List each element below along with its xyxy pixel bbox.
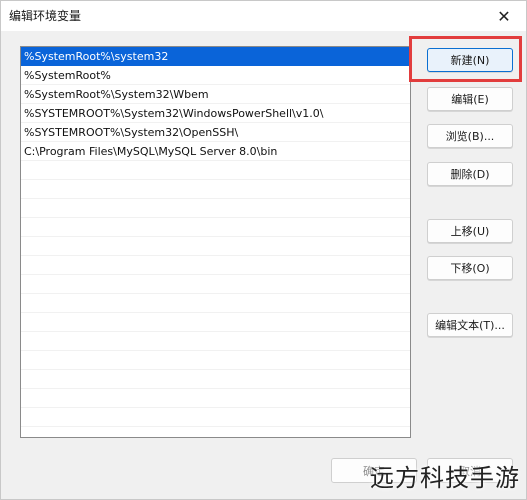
empty-row [21,408,410,427]
empty-row [21,389,410,408]
move-up-button[interactable]: 上移(U) [427,219,513,243]
empty-row [21,199,410,218]
edit-button[interactable]: 编辑(E) [427,87,513,111]
list-item[interactable]: %SystemRoot% [21,66,410,85]
empty-row [21,218,410,237]
watermark: 远方科技手游 [370,464,520,492]
list-item[interactable]: %SystemRoot%\system32 [21,47,410,66]
empty-row [21,161,410,180]
empty-row [21,275,410,294]
delete-button[interactable]: 删除(D) [427,162,513,186]
empty-row [21,332,410,351]
new-button[interactable]: 新建(N) [427,48,513,72]
empty-row [21,294,410,313]
list-item[interactable]: %SYSTEMROOT%\System32\OpenSSH\ [21,123,410,142]
close-icon[interactable]: ✕ [482,1,526,31]
empty-row [21,313,410,332]
path-list[interactable]: %SystemRoot%\system32 %SystemRoot% %Syst… [20,46,411,438]
title-bar: 编辑环境变量 ✕ [1,1,526,31]
empty-row [21,351,410,370]
edit-text-button[interactable]: 编辑文本(T)... [427,313,513,337]
empty-row [21,180,410,199]
list-item[interactable]: %SystemRoot%\System32\Wbem [21,85,410,104]
window-title: 编辑环境变量 [9,9,82,23]
empty-row [21,237,410,256]
edit-env-variable-dialog: 编辑环境变量 ✕ %SystemRoot%\system32 %SystemRo… [0,0,527,500]
browse-button[interactable]: 浏览(B)... [427,124,513,148]
list-item[interactable]: %SYSTEMROOT%\System32\WindowsPowerShell\… [21,104,410,123]
empty-row [21,370,410,389]
empty-row [21,256,410,275]
list-item[interactable]: C:\Program Files\MySQL\MySQL Server 8.0\… [21,142,410,161]
move-down-button[interactable]: 下移(O) [427,256,513,280]
